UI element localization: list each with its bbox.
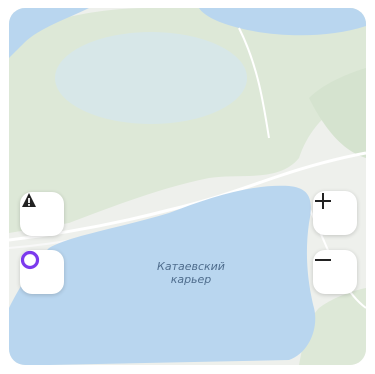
- alice-assistant-icon: [20, 250, 40, 270]
- map-view[interactable]: Катаевский карьер: [9, 8, 366, 365]
- alice-assistant-button[interactable]: [20, 250, 64, 294]
- map-label-katayevsky-quarry: Катаевский карьер: [141, 260, 241, 286]
- zoom-out-button[interactable]: [313, 250, 357, 294]
- map-label-line-2: карьер: [170, 273, 212, 286]
- plus-icon: [315, 193, 331, 209]
- minus-icon: [315, 259, 331, 261]
- map-canvas: [9, 8, 366, 365]
- zoom-in-button[interactable]: [313, 191, 357, 235]
- map-label-line-1: Катаевский: [157, 260, 225, 273]
- road-alert-icon: [22, 193, 36, 207]
- quarry-pale-basin: [55, 32, 247, 124]
- road-alert-button[interactable]: [20, 192, 64, 236]
